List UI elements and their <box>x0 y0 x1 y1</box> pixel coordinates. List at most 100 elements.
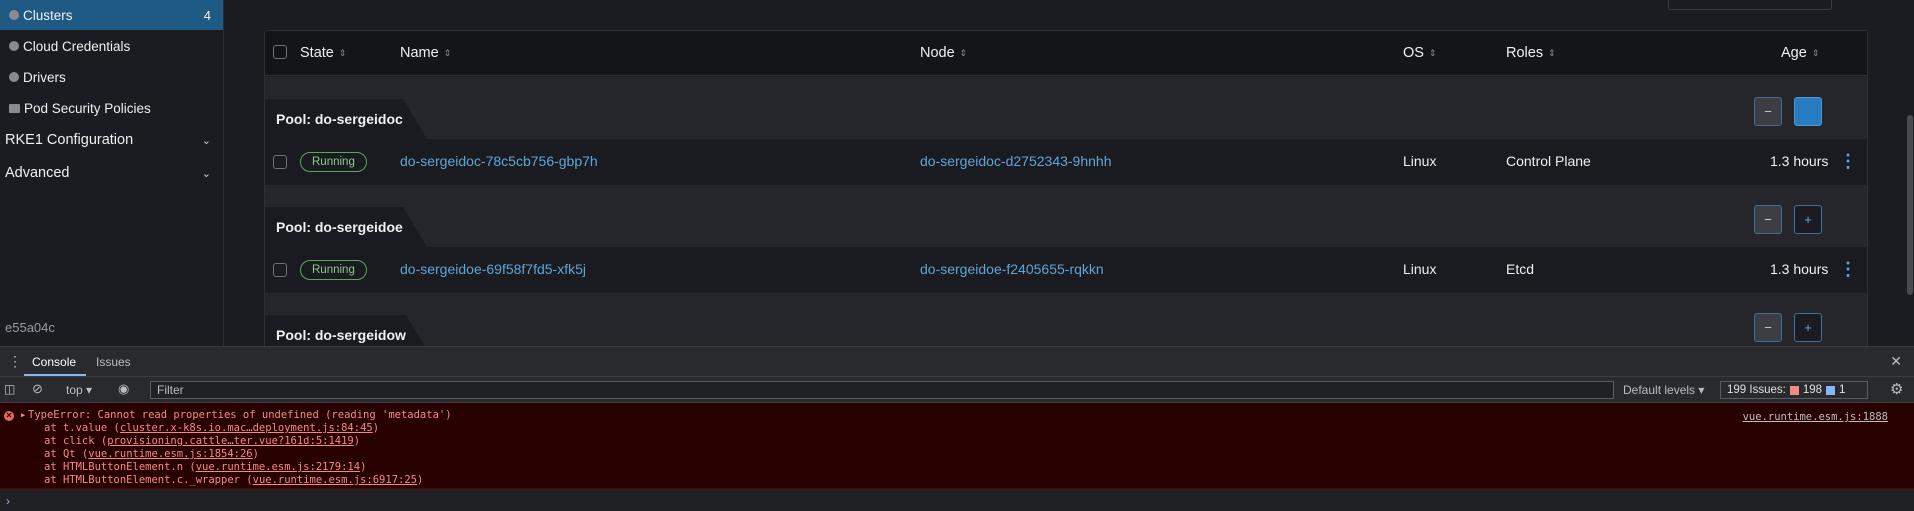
select-all-checkbox[interactable] <box>273 45 287 59</box>
stack-frame-link[interactable]: cluster.x-k8s.io.mac…deployment.js:84:45 <box>120 422 373 434</box>
age-cell: 1.3 hours <box>1770 153 1829 169</box>
os-cell: Linux <box>1403 153 1437 169</box>
sidebar-group-label: Advanced <box>5 165 70 181</box>
machine-name-link[interactable]: do-sergeidoc-78c5cb756-gbp7h <box>400 153 598 169</box>
clear-console-icon[interactable]: ⊘ <box>32 381 43 397</box>
stack-frame-link[interactable]: vue.runtime.esm.js:1854:26 <box>88 448 252 460</box>
folder-icon <box>9 103 20 113</box>
pool-label: Pool: do-sergeidoe <box>265 207 427 247</box>
issues-error-count: 198 <box>1802 384 1823 396</box>
status-badge: Running <box>300 260 367 280</box>
eye-icon[interactable]: ◉ <box>118 381 129 397</box>
age-cell: 1.3 hours <box>1770 261 1829 277</box>
column-header-name[interactable]: Name ⇕ <box>400 45 451 61</box>
pool-label: Pool: do-sergeidoc <box>265 99 427 139</box>
machines-table: State ⇕ Name ⇕ Node ⇕ OS ⇕ Roles ⇕ Age ⇕ Pool:… <box>264 30 1868 355</box>
sidebar-toggle-icon[interactable]: ◫ <box>4 382 15 396</box>
sidebar-item-label: Drivers <box>23 69 66 85</box>
sort-icon: ⇕ <box>1428 48 1437 58</box>
sidebar-group-rke1-configuration[interactable]: RKE1 Configuration ⌄ <box>0 125 223 155</box>
issues-counter[interactable]: 199 Issues: 198 1 <box>1720 381 1868 399</box>
tab-console[interactable]: Console <box>32 355 76 369</box>
kebab-menu-icon[interactable]: ⋮ <box>8 353 22 370</box>
info-icon <box>1826 385 1836 395</box>
sidebar-item-label: Clusters <box>23 7 73 23</box>
app-window: Clusters 4 Cloud Credentials Drivers Pod… <box>0 0 1914 355</box>
pool-group-header: Pool: do-sergeidoc − + <box>265 77 1867 139</box>
stack-frame: at HTMLButtonElement.n (vue.runtime.esm.… <box>44 461 367 473</box>
scale-up-button[interactable]: + <box>1794 313 1822 342</box>
devtools-panel: ⋮ Console Issues ✕ ◫ ⊘ top ▾ ◉ Filter De… <box>0 346 1914 511</box>
tab-issues[interactable]: Issues <box>96 355 131 369</box>
sidebar: Clusters 4 Cloud Credentials Drivers Pod… <box>0 0 224 346</box>
scale-up-button[interactable]: + <box>1794 97 1822 126</box>
sort-icon: ⇕ <box>1811 48 1820 58</box>
issues-label: 199 Issues: <box>1727 384 1786 396</box>
sidebar-group-advanced[interactable]: Advanced ⌄ <box>0 158 223 188</box>
stack-frame: at click (provisioning.cattle…ter.vue?16… <box>44 435 361 447</box>
stack-frame: at Qt (vue.runtime.esm.js:1854:26) <box>44 448 259 460</box>
node-link[interactable]: do-sergeidoe-f2405655-rqkkn <box>920 261 1104 277</box>
credentials-icon <box>9 41 19 51</box>
gear-icon[interactable]: ⚙ <box>1890 380 1903 398</box>
chevron-down-icon: ⌄ <box>201 134 211 147</box>
error-source-link[interactable]: vue.runtime.esm.js:1888 <box>1743 411 1888 423</box>
roles-cell: Etcd <box>1506 261 1535 277</box>
stack-frame: at t.value (cluster.x-k8s.io.mac…deploym… <box>44 422 380 434</box>
row-checkbox[interactable] <box>273 263 287 277</box>
close-icon[interactable]: ✕ <box>1890 353 1902 370</box>
stack-frame-link[interactable]: vue.runtime.esm.js:2179:14 <box>196 461 360 473</box>
sidebar-item-count: 4 <box>203 7 211 23</box>
column-header-age[interactable]: Age ⇕ <box>1781 45 1819 61</box>
os-cell: Linux <box>1403 261 1437 277</box>
devtools-tabbar: ⋮ Console Issues ✕ <box>0 347 1914 377</box>
stack-frame-link[interactable]: provisioning.cattle…ter.vue?161d:5:1419 <box>107 435 354 447</box>
pool-group-header: Pool: do-sergeidoe − + <box>265 185 1867 247</box>
log-levels-dropdown[interactable]: Default levels ▾ <box>1623 383 1704 397</box>
kebab-menu-icon[interactable]: ⋮ <box>1839 259 1857 280</box>
scrollbar[interactable] <box>1907 115 1913 295</box>
scale-down-button[interactable]: − <box>1754 97 1782 126</box>
sidebar-item-label: Pod Security Policies <box>24 100 151 116</box>
column-header-roles[interactable]: Roles ⇕ <box>1506 45 1556 61</box>
column-header-node[interactable]: Node ⇕ <box>920 45 967 61</box>
console-toolbar: ◫ ⊘ top ▾ ◉ Filter Default levels ▾ 199 … <box>0 377 1914 403</box>
stack-frame: at HTMLButtonElement.c._wrapper (vue.run… <box>44 474 424 486</box>
filter-input[interactable]: Filter <box>150 381 1614 399</box>
scale-down-button[interactable]: − <box>1754 205 1782 234</box>
sidebar-item-cloud-credentials[interactable]: Cloud Credentials <box>0 31 223 61</box>
sidebar-item-pod-security-policies[interactable]: Pod Security Policies <box>0 93 223 123</box>
expand-triangle-icon[interactable]: ▸ <box>20 409 26 421</box>
table-row: Running do-sergeidoc-78c5cb756-gbp7h do-… <box>265 139 1867 185</box>
sidebar-item-clusters[interactable]: Clusters 4 <box>0 0 223 30</box>
error-icon <box>1789 385 1799 395</box>
column-header-state[interactable]: State ⇕ <box>300 45 346 61</box>
sort-icon: ⇕ <box>959 48 968 58</box>
stack-frame-link[interactable]: vue.runtime.esm.js:6917:25 <box>253 474 417 486</box>
scale-up-button[interactable]: + <box>1794 205 1822 234</box>
kebab-menu-icon[interactable]: ⋮ <box>1839 151 1857 172</box>
column-header-os[interactable]: OS ⇕ <box>1403 45 1437 61</box>
error-text: TypeError: Cannot read properties of und… <box>28 409 452 421</box>
sidebar-group-label: RKE1 Configuration <box>5 132 134 148</box>
active-tab-indicator <box>24 374 86 376</box>
row-checkbox[interactable] <box>273 155 287 169</box>
sidebar-item-drivers[interactable]: Drivers <box>0 62 223 92</box>
table-header: State ⇕ Name ⇕ Node ⇕ OS ⇕ Roles ⇕ Age ⇕ <box>265 31 1867 76</box>
sort-icon: ⇕ <box>338 48 347 58</box>
version-label: e55a04c <box>5 320 55 335</box>
node-link[interactable]: do-sergeidoc-d2752343-9hnhh <box>920 153 1111 169</box>
scale-down-button[interactable]: − <box>1754 313 1782 342</box>
console-prompt-icon[interactable]: › <box>6 494 10 508</box>
console-error-message: ✕ ▸ TypeError: Cannot read properties of… <box>0 403 1914 489</box>
issues-info-count: 1 <box>1839 384 1846 396</box>
search-box[interactable] <box>1668 0 1832 10</box>
error-icon: ✕ <box>4 411 14 421</box>
machine-name-link[interactable]: do-sergeidoe-69f58f7fd5-xfk5j <box>400 261 586 277</box>
main-content: State ⇕ Name ⇕ Node ⇕ OS ⇕ Roles ⇕ Age ⇕ Pool:… <box>224 0 1914 355</box>
context-selector[interactable]: top ▾ <box>66 383 92 397</box>
roles-cell: Control Plane <box>1506 153 1591 169</box>
status-badge: Running <box>300 152 367 172</box>
chevron-down-icon: ⌄ <box>201 167 211 180</box>
sidebar-item-label: Cloud Credentials <box>23 38 131 54</box>
